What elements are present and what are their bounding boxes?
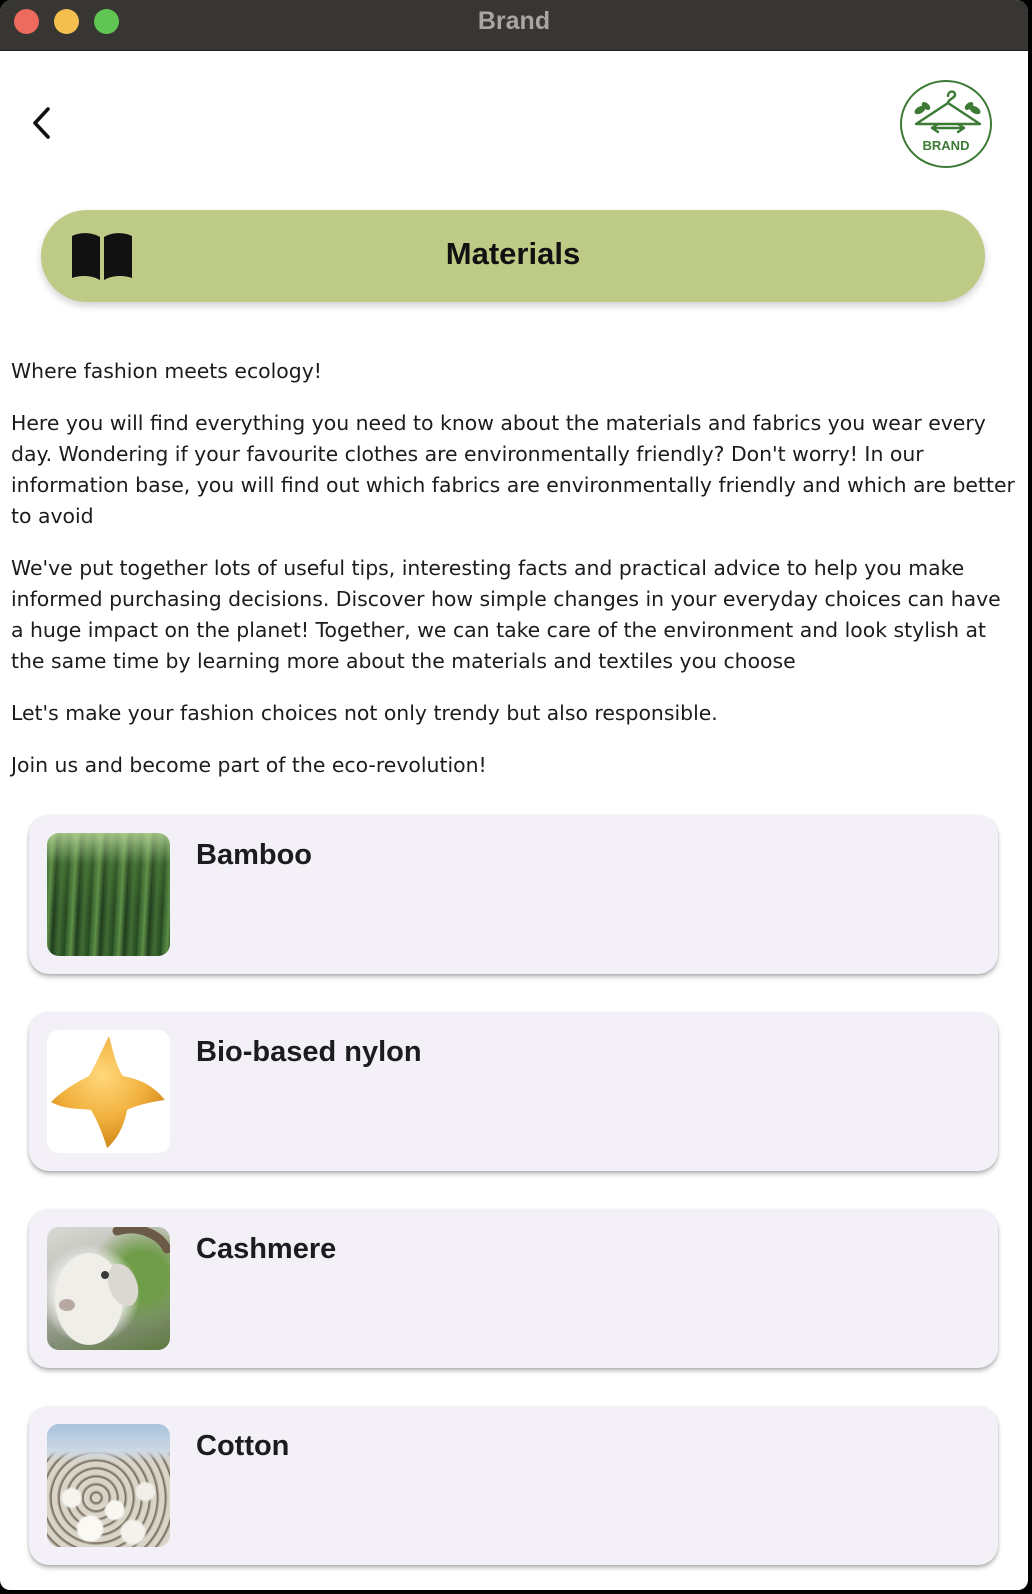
bio-nylon-image bbox=[47, 1030, 170, 1153]
material-name: Cashmere bbox=[196, 1233, 337, 1265]
intro-text: Where fashion meets ecology! Here you wi… bbox=[11, 356, 1016, 802]
material-name: Cotton bbox=[196, 1430, 290, 1462]
material-card-bio-based-nylon[interactable]: Bio-based nylon bbox=[29, 1012, 998, 1171]
material-card-cotton[interactable]: Cotton bbox=[29, 1406, 998, 1565]
cotton-image bbox=[47, 1424, 170, 1547]
intro-paragraph: We've put together lots of useful tips, … bbox=[11, 556, 1001, 673]
back-button[interactable] bbox=[22, 100, 62, 146]
hanger-leaves-icon bbox=[914, 90, 982, 134]
materials-list: Bamboo Bio-based nylon Cashmere Cotton bbox=[29, 815, 998, 1590]
materials-header: Materials bbox=[41, 210, 985, 302]
window-title: Brand bbox=[477, 7, 551, 35]
bamboo-image bbox=[47, 833, 170, 956]
goat-illustration bbox=[55, 1227, 170, 1345]
gold-star-icon bbox=[51, 1036, 165, 1148]
brand-logo: BRAND bbox=[900, 80, 992, 168]
intro-paragraph: Where fashion meets ecology! bbox=[11, 359, 322, 383]
intro-paragraph: Join us and become part of the eco-revol… bbox=[11, 753, 487, 777]
intro-paragraph: Here you will find everything you need t… bbox=[11, 411, 1015, 528]
material-name: Bio-based nylon bbox=[196, 1036, 422, 1068]
page-title: Materials bbox=[445, 236, 581, 271]
material-card-bamboo[interactable]: Bamboo bbox=[29, 815, 998, 974]
title-bar: Brand bbox=[0, 0, 1028, 51]
cashmere-image bbox=[47, 1227, 170, 1350]
intro-paragraph: Let's make your fashion choices not only… bbox=[11, 701, 718, 725]
logo-text: BRAND bbox=[922, 138, 970, 153]
material-name: Bamboo bbox=[196, 839, 312, 871]
app-window: Brand BRAND Materials Where fashion meet… bbox=[0, 0, 1028, 1590]
material-card-cashmere[interactable]: Cashmere bbox=[29, 1209, 998, 1368]
chevron-left-icon bbox=[33, 107, 50, 139]
